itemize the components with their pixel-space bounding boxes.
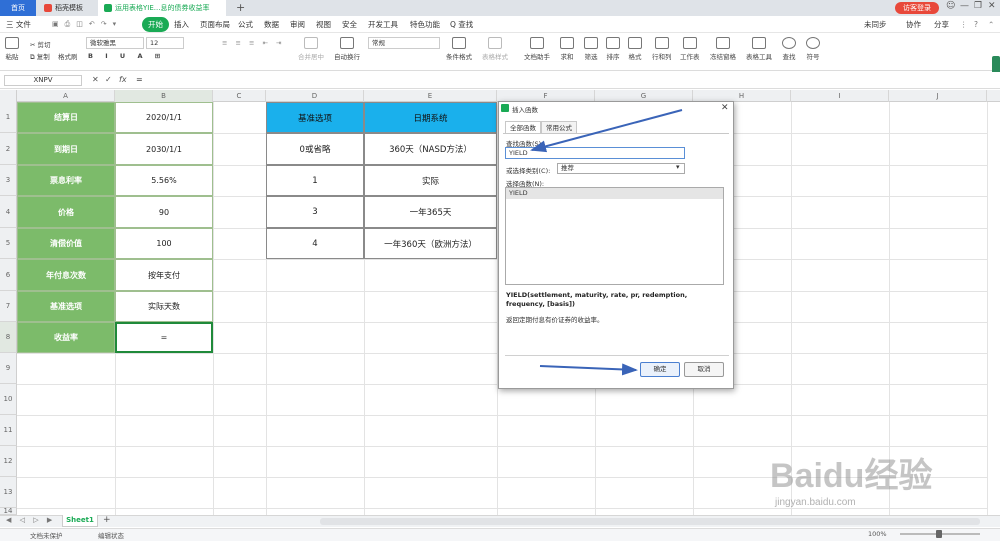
edit-status: 编辑状态 [98,532,124,540]
status-bar [0,528,1000,541]
arrow-to-ok-button [539,363,638,376]
add-sheet-icon[interactable]: + [103,515,111,525]
arrow-to-search-input [530,109,683,153]
doc-protect-status[interactable]: 文档未保护 [30,530,63,540]
sheet-nav-icons[interactable]: ◀ ◁ ▷ ▶ [6,516,55,524]
baidu-watermark: Baidu经验 [770,457,933,495]
watermark-url: jingyan.baidu.com [775,497,856,508]
zoom-slider-thumb[interactable] [936,530,942,538]
horizontal-scrollbar[interactable] [320,518,980,525]
sheet-tab-sheet1[interactable]: Sheet1 [62,515,98,527]
zoom-level[interactable]: 100% [868,530,887,538]
